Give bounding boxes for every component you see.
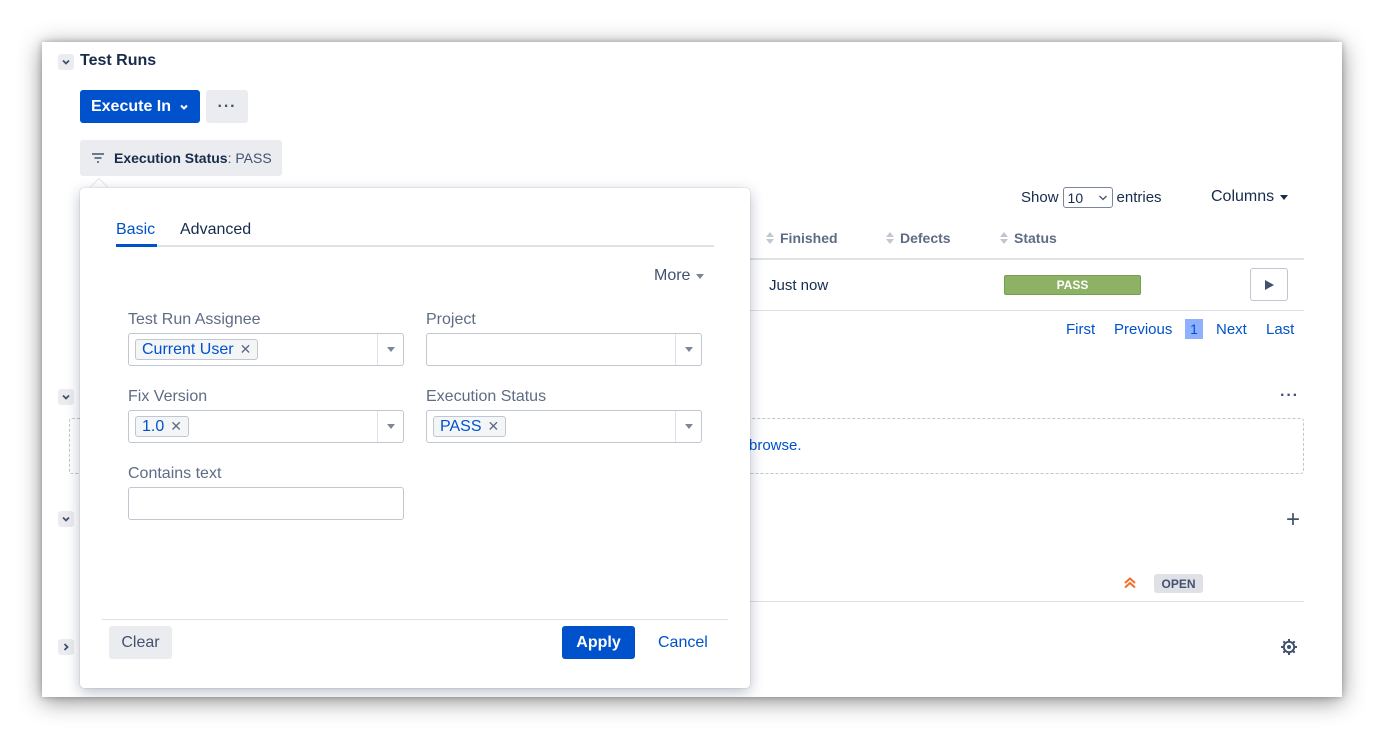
expand-section-4-toggle[interactable] bbox=[58, 639, 74, 655]
play-icon bbox=[1265, 279, 1274, 290]
column-header-status[interactable]: Status bbox=[1000, 230, 1057, 246]
collapse-section-2-toggle[interactable] bbox=[58, 389, 74, 405]
app-window: Test Runs Execute In ··· Execution Statu… bbox=[42, 42, 1342, 697]
more-fields-button[interactable]: More bbox=[654, 267, 705, 285]
apply-label: Apply bbox=[576, 633, 621, 651]
execution-status-filter-chip[interactable]: Execution Status: PASS bbox=[80, 140, 282, 176]
project-select[interactable] bbox=[426, 333, 702, 366]
execute-in-label: Execute In bbox=[90, 97, 172, 115]
column-header-finished[interactable]: Finished bbox=[766, 230, 838, 246]
chevron-down-icon bbox=[62, 516, 70, 522]
entries-label: entries bbox=[1116, 189, 1162, 206]
pagination-current-page[interactable]: 1 bbox=[1185, 319, 1203, 339]
add-button[interactable]: + bbox=[1286, 508, 1300, 532]
cancel-button[interactable]: Cancel bbox=[658, 634, 708, 652]
run-test-button[interactable] bbox=[1250, 268, 1288, 301]
popup-footer-divider bbox=[102, 619, 728, 620]
sort-icon bbox=[886, 232, 894, 244]
caret-down-icon bbox=[684, 424, 693, 429]
column-header-defects[interactable]: Defects bbox=[886, 230, 951, 246]
caret-down-icon bbox=[696, 273, 705, 279]
filter-icon bbox=[92, 153, 104, 163]
collapse-section-3-toggle[interactable] bbox=[58, 511, 74, 527]
chevron-down-icon bbox=[1098, 195, 1107, 200]
chevron-down-icon bbox=[180, 104, 188, 110]
assignee-dropdown-toggle[interactable] bbox=[377, 334, 403, 365]
filter-chip-label: Execution Status bbox=[114, 150, 228, 166]
popup-arrow bbox=[90, 179, 108, 188]
clear-label: Clear bbox=[121, 633, 160, 651]
remove-tag-icon[interactable]: ✕ bbox=[170, 418, 182, 435]
status-open-badge: OPEN bbox=[1154, 574, 1203, 593]
more-icon: ··· bbox=[1280, 387, 1299, 404]
show-label: Show bbox=[1021, 189, 1059, 206]
cell-finished: Just now bbox=[769, 277, 829, 294]
assignee-label: Test Run Assignee bbox=[128, 311, 261, 328]
execute-in-button[interactable]: Execute In bbox=[80, 90, 200, 123]
execution-status-dropdown-toggle[interactable] bbox=[675, 411, 701, 442]
project-label: Project bbox=[426, 311, 476, 328]
entries-select[interactable]: 10 bbox=[1062, 187, 1113, 208]
more-actions-button[interactable]: ··· bbox=[206, 90, 248, 123]
remove-tag-icon[interactable]: ✕ bbox=[488, 418, 500, 435]
status-pass-badge: PASS bbox=[1004, 275, 1141, 295]
entries-control: Show 10 entries bbox=[1021, 187, 1162, 208]
filter-chip-value: : PASS bbox=[227, 150, 272, 166]
chevron-right-icon bbox=[63, 643, 69, 651]
more-icon: ··· bbox=[217, 97, 237, 115]
clear-button[interactable]: Clear bbox=[109, 626, 172, 659]
gear-icon bbox=[1281, 639, 1297, 655]
browse-link[interactable]: browse. bbox=[749, 437, 802, 454]
pagination-last[interactable]: Last bbox=[1266, 321, 1294, 338]
section-2-more-button[interactable]: ··· bbox=[1280, 387, 1299, 405]
pagination-first[interactable]: First bbox=[1066, 321, 1095, 338]
chevron-down-icon bbox=[62, 394, 70, 400]
plus-icon: + bbox=[1286, 506, 1301, 533]
table-row-divider bbox=[742, 310, 1304, 311]
entries-select-value: 10 bbox=[1067, 189, 1084, 206]
tab-basic[interactable]: Basic bbox=[116, 221, 155, 239]
sort-icon bbox=[1000, 232, 1008, 244]
priority-highest-icon bbox=[1122, 575, 1138, 596]
contains-text-input[interactable] bbox=[128, 487, 404, 520]
pagination-next[interactable]: Next bbox=[1216, 321, 1247, 338]
execution-status-tag: PASS ✕ bbox=[433, 416, 507, 437]
fix-version-select[interactable]: 1.0 ✕ bbox=[128, 410, 404, 443]
section-3-divider bbox=[742, 601, 1304, 602]
caret-down-icon bbox=[684, 347, 693, 352]
fix-version-dropdown-toggle[interactable] bbox=[377, 411, 403, 442]
fix-version-label: Fix Version bbox=[128, 388, 208, 405]
section-title-test-runs: Test Runs bbox=[80, 52, 157, 69]
settings-button[interactable] bbox=[1280, 638, 1298, 661]
columns-button[interactable]: Columns bbox=[1211, 188, 1289, 206]
fix-version-tag: 1.0 ✕ bbox=[135, 416, 189, 437]
more-fields-label: More bbox=[654, 267, 691, 284]
filter-popup: Basic Advanced More Test Run Assignee Cu… bbox=[80, 188, 750, 688]
execution-status-label: Execution Status bbox=[426, 388, 547, 405]
assignee-tag: Current User ✕ bbox=[135, 339, 259, 360]
sort-icon bbox=[766, 232, 774, 244]
tab-basic-underline bbox=[116, 244, 157, 247]
caret-down-icon bbox=[386, 424, 395, 429]
tabs-divider bbox=[116, 245, 714, 247]
caret-down-icon bbox=[1280, 194, 1289, 200]
assignee-select[interactable]: Current User ✕ bbox=[128, 333, 404, 366]
columns-label: Columns bbox=[1211, 188, 1275, 205]
project-dropdown-toggle[interactable] bbox=[675, 334, 701, 365]
tab-advanced[interactable]: Advanced bbox=[180, 221, 251, 239]
contains-text-label: Contains text bbox=[128, 465, 222, 482]
apply-button[interactable]: Apply bbox=[562, 626, 635, 659]
table-header-divider bbox=[742, 258, 1304, 260]
collapse-test-runs-toggle[interactable] bbox=[58, 54, 74, 70]
pagination-previous[interactable]: Previous bbox=[1114, 321, 1172, 338]
remove-tag-icon[interactable]: ✕ bbox=[240, 341, 252, 358]
chevron-down-icon bbox=[62, 59, 70, 65]
execution-status-select[interactable]: PASS ✕ bbox=[426, 410, 702, 443]
caret-down-icon bbox=[386, 347, 395, 352]
